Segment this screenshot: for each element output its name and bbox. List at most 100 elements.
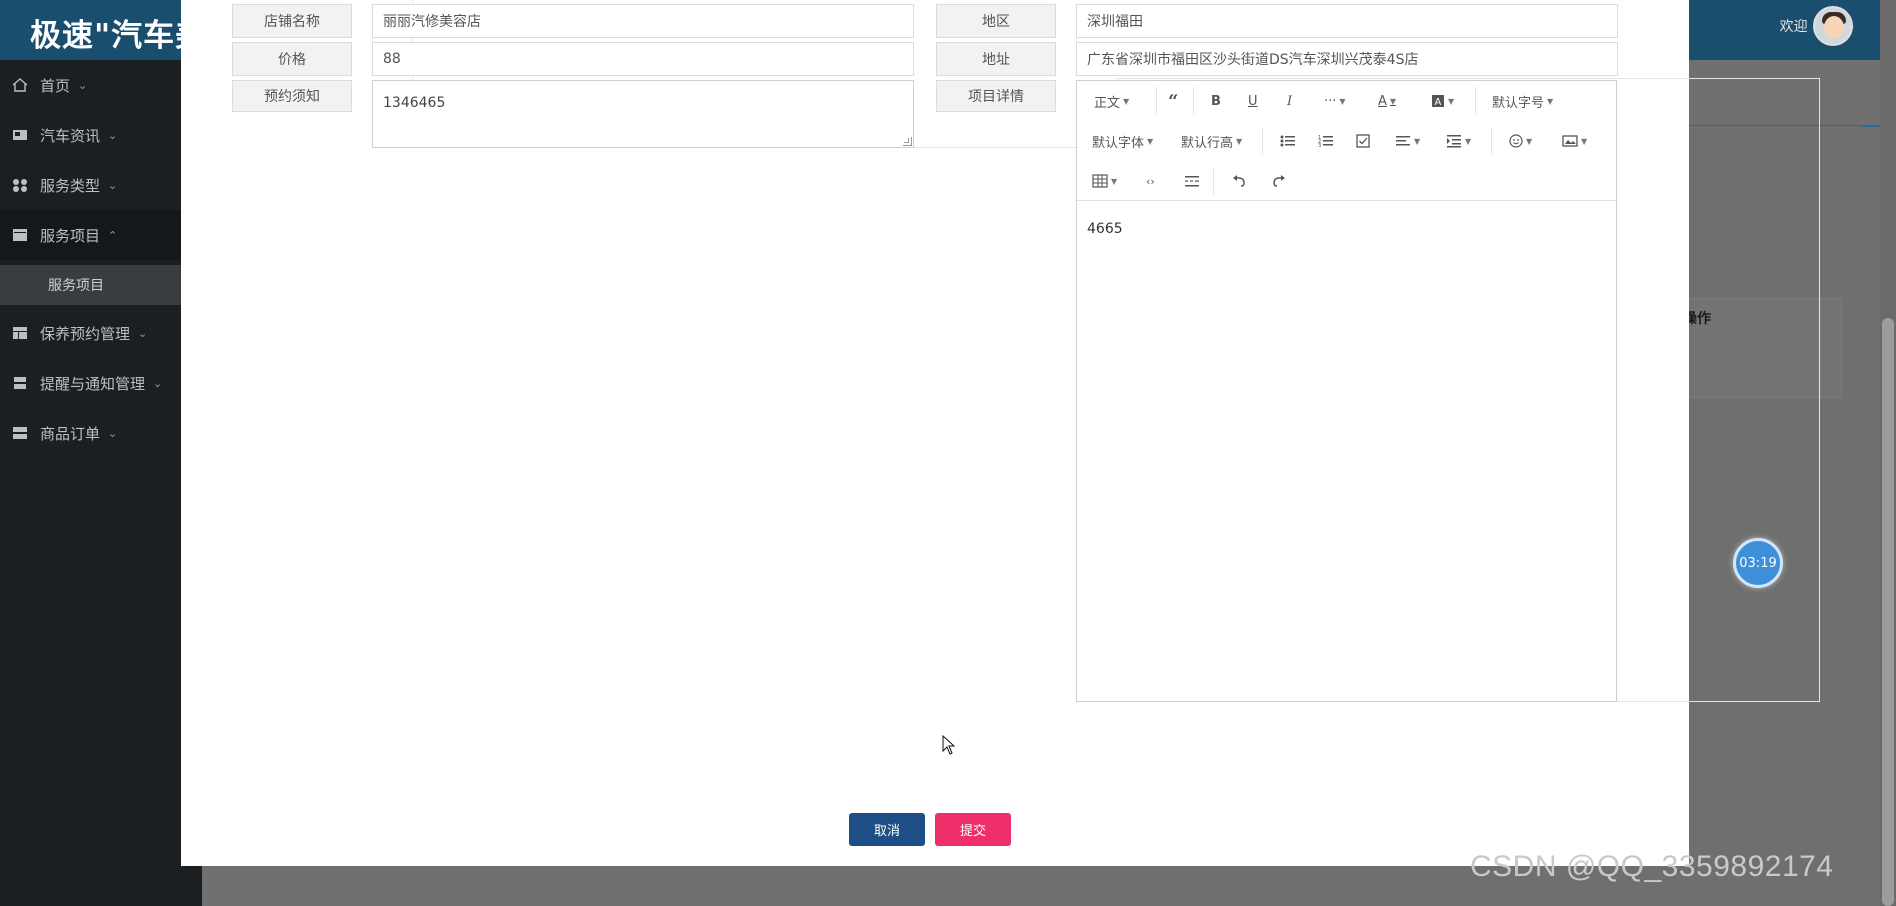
sidebar: 首页 ⌄ 汽车资讯 ⌄ 服务类型 ⌄ 服务项目 ⌃ 服务项目 保养预约管理 ⌄ 提醒与通知… <box>0 60 202 906</box>
sidebar-item-news[interactable]: 汽车资讯 ⌄ <box>0 110 202 160</box>
sidebar-item-label: 保养预约管理 <box>40 324 131 343</box>
code-icon[interactable]: ‹› <box>1146 171 1155 191</box>
paragraph-select-label: 正文 <box>1094 95 1121 111</box>
toolbar-divider <box>1213 167 1214 195</box>
bullet-list-icon[interactable] <box>1280 131 1296 151</box>
italic-icon[interactable]: I <box>1287 91 1292 111</box>
chevron-down-icon[interactable]: ⌄ <box>1846 18 1856 32</box>
svg-text:“: “ <box>1168 94 1178 108</box>
sidebar-item-service-project[interactable]: 服务项目 ⌃ <box>0 210 202 260</box>
caret-down-icon: ▼ <box>1111 176 1118 186</box>
rich-text-editor[interactable]: 正文 ▼ “ B U I ··· ▼ A ▼ A ▼ 默认字号 ▼ 默认字体 ▼ 默认行高 ▼… <box>1076 80 1617 702</box>
shop-name-field[interactable]: 丽丽汽修美容店 <box>372 4 914 38</box>
sidebar-item-label: 汽车资讯 <box>40 126 101 145</box>
notice-textarea[interactable]: 1346465 <box>372 80 914 148</box>
image-icon[interactable]: ▼ <box>1562 131 1587 151</box>
region-field[interactable]: 深圳福田 <box>1076 4 1618 38</box>
address-label: 地址 <box>936 42 1056 76</box>
redo-icon[interactable] <box>1270 171 1286 191</box>
notice-label: 预约须知 <box>232 80 352 112</box>
align-icon[interactable]: ▼ <box>1395 131 1420 151</box>
price-label: 价格 <box>232 42 352 76</box>
server-icon <box>12 376 28 390</box>
font-family-select[interactable]: 默认字体 ▼ <box>1092 131 1153 151</box>
caret-down-icon: ▼ <box>1123 96 1130 106</box>
sidebar-item-label: 首页 <box>40 76 71 95</box>
resize-handle-icon[interactable] <box>903 137 912 146</box>
grid-icon <box>12 178 28 192</box>
sidebar-item-maintenance[interactable]: 保养预约管理 ⌄ <box>0 308 202 358</box>
undo-icon[interactable] <box>1232 171 1248 191</box>
news-icon <box>12 128 28 142</box>
toolbar-divider <box>1475 87 1476 115</box>
more-styles-icon[interactable]: ··· ▼ <box>1324 91 1346 111</box>
sidebar-item-label: 服务类型 <box>40 176 101 195</box>
background-color-icon[interactable]: A ▼ <box>1431 91 1454 111</box>
line-height-select-label: 默认行高 <box>1181 135 1234 151</box>
detail-label: 项目详情 <box>936 80 1056 112</box>
bold-icon[interactable]: B <box>1211 91 1221 111</box>
sidebar-item-reminder[interactable]: 提醒与通知管理 ⌄ <box>0 358 202 408</box>
caret-down-icon: ▼ <box>1547 96 1554 106</box>
caret-down-icon: ▼ <box>1448 96 1455 106</box>
chevron-down-icon: ⌄ <box>153 376 163 390</box>
sidebar-item-label: 服务项目 <box>40 226 101 245</box>
calendar-icon <box>12 228 28 242</box>
region-label: 地区 <box>936 4 1056 38</box>
divider-line-icon[interactable] <box>1184 171 1200 191</box>
list-icon <box>12 426 28 440</box>
svg-text:3: 3 <box>1318 143 1321 148</box>
quote-icon[interactable]: “ <box>1167 91 1183 111</box>
caret-down-icon: ▼ <box>1526 136 1533 146</box>
caret-down-icon: ▼ <box>1581 136 1588 146</box>
editor-toolbar: 正文 ▼ “ B U I ··· ▼ A ▼ A ▼ 默认字号 ▼ 默认字体 ▼ 默认行高 ▼… <box>1077 81 1616 201</box>
font-size-select-label: 默认字号 <box>1492 95 1545 111</box>
home-icon <box>12 78 28 92</box>
indent-icon[interactable]: ▼ <box>1446 131 1471 151</box>
chevron-down-icon: ⌄ <box>138 326 148 340</box>
font-family-select-label: 默认字体 <box>1092 135 1145 151</box>
caret-down-icon: ▼ <box>1236 136 1243 146</box>
sidebar-item-label: 提醒与通知管理 <box>40 374 146 393</box>
table-insert-icon[interactable]: ▼ <box>1092 171 1117 191</box>
watermark: CSDN @QQ_3359892174 <box>1470 850 1834 883</box>
floating-timer[interactable]: 03:19 <box>1733 538 1783 588</box>
font-color-icon[interactable]: A ▼ <box>1378 91 1396 111</box>
notice-text: 1346465 <box>383 95 446 111</box>
price-field[interactable]: 88 <box>372 42 914 76</box>
font-size-select[interactable]: 默认字号 ▼ <box>1492 91 1553 111</box>
toolbar-divider <box>1193 87 1194 115</box>
line-height-select[interactable]: 默认行高 ▼ <box>1181 131 1242 151</box>
sidebar-item-label: 商品订单 <box>40 424 101 443</box>
chevron-up-icon: ⌃ <box>108 228 118 242</box>
scrollbar-thumb[interactable] <box>1882 318 1894 906</box>
avatar-face <box>1824 16 1844 39</box>
emoji-icon[interactable]: ▼ <box>1509 131 1532 151</box>
todo-checkbox-icon[interactable] <box>1356 131 1370 151</box>
chevron-down-icon: ⌄ <box>78 78 88 92</box>
caret-down-icon: ▼ <box>1465 136 1472 146</box>
toolbar-divider <box>1491 127 1492 155</box>
sidebar-item-orders[interactable]: 商品订单 ⌄ <box>0 408 202 458</box>
toolbar-divider <box>1262 127 1263 155</box>
editor-content[interactable]: 4665 <box>1087 221 1123 237</box>
svg-text:A: A <box>1435 97 1442 108</box>
numbered-list-icon[interactable]: 123 <box>1318 131 1334 151</box>
caret-down-icon: ▼ <box>1147 136 1154 146</box>
caret-down-icon: ▼ <box>1339 96 1346 106</box>
cancel-button[interactable]: 取消 <box>849 813 925 846</box>
sidebar-item-home[interactable]: 首页 ⌄ <box>0 60 202 110</box>
table-icon <box>12 326 28 340</box>
underline-icon[interactable]: U <box>1248 91 1258 111</box>
sidebar-item-service-type[interactable]: 服务类型 ⌄ <box>0 160 202 210</box>
shop-name-label: 店铺名称 <box>232 4 352 38</box>
chevron-down-icon: ⌄ <box>108 178 118 192</box>
paragraph-select[interactable]: 正文 ▼ <box>1094 91 1129 111</box>
submit-button[interactable]: 提交 <box>935 813 1011 846</box>
chevron-down-icon: ⌄ <box>108 426 118 440</box>
address-field[interactable]: 广东省深圳市福田区沙头街道DS汽车深圳兴茂泰4S店 <box>1076 42 1618 76</box>
chevron-down-icon: ⌄ <box>108 128 118 142</box>
sidebar-subitem-service-project[interactable]: 服务项目 <box>0 265 202 305</box>
caret-down-icon: ▼ <box>1414 136 1421 146</box>
toolbar-divider <box>1156 87 1157 115</box>
